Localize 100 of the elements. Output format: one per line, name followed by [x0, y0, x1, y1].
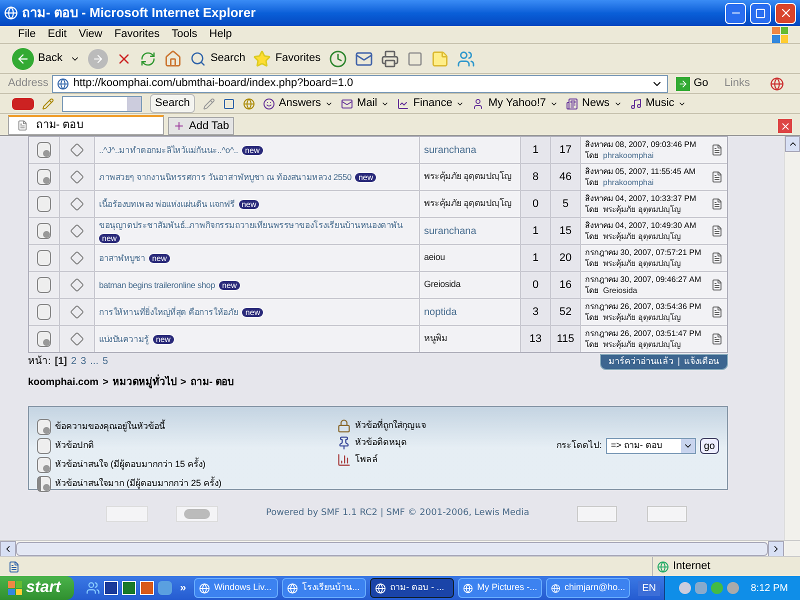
language-indicator[interactable]: EN	[638, 580, 660, 596]
more-button[interactable]: »	[180, 580, 186, 596]
last-post-icon[interactable]	[711, 333, 723, 345]
history-icon[interactable]	[328, 50, 347, 68]
messenger-icon[interactable]	[456, 50, 475, 68]
favorites-button[interactable]: Favorites	[253, 50, 321, 68]
new-badge[interactable]: new	[219, 280, 240, 290]
minimize-button[interactable]	[725, 2, 746, 24]
page-link[interactable]: 3	[80, 354, 86, 369]
taskbar-button[interactable]: ถาม- ตอบ - ...	[370, 578, 454, 598]
new-badge[interactable]: new	[99, 234, 120, 242]
yahoo-toolbar-item[interactable]: My Yahoo!7	[472, 95, 558, 112]
diamond-icon	[70, 143, 84, 157]
starter-name[interactable]: noptida	[424, 304, 457, 320]
new-badge[interactable]: new	[149, 254, 170, 262]
last-post-icon[interactable]	[711, 144, 723, 156]
last-post-icon[interactable]	[711, 198, 723, 210]
scroll-right-icon[interactable]	[768, 540, 784, 556]
globe-icon	[463, 582, 474, 594]
last-post-date: สิงหาคม 04, 2007, 10:49:30 AM	[585, 220, 698, 231]
table-cell: 17	[551, 137, 580, 163]
page-icon	[8, 560, 20, 572]
mark-read-link[interactable]: มาร์คว่าอ่านแล้ว	[608, 355, 674, 369]
yahoo-toolbar-item[interactable]: News	[566, 95, 622, 112]
topic-link[interactable]: เนื้อร้องบทเพลง พ่อแห่งแผ่นดิน แจกฟรี	[99, 198, 235, 210]
yahoo-toolbar-item[interactable]: Mail	[341, 95, 390, 112]
notify-link[interactable]: แจ้งเตือน	[684, 355, 719, 369]
last-post-icon[interactable]	[711, 171, 723, 183]
topic-link[interactable]: ภาพสวยๆ จากงานนิทรรศการ วันอาสาฬหบูชา ณ ท้องสนามหลวง 2550	[99, 172, 352, 182]
topic-link[interactable]: อาสาฬหบูชา	[99, 252, 146, 264]
new-badge[interactable]: new	[238, 200, 260, 208]
page-link[interactable]: [1]	[54, 354, 68, 369]
go-button[interactable]: go	[700, 438, 719, 454]
refresh-icon[interactable]	[140, 50, 156, 66]
vertical-scrollbar[interactable]	[784, 136, 800, 540]
last-post-icon[interactable]	[711, 252, 723, 264]
yahoo-search-button[interactable]: Search	[150, 94, 195, 113]
topic-link[interactable]: ..^J^..มาทำดอกมะลิไหว้แม่กันนะ..^o^..	[99, 144, 238, 156]
menu-item[interactable]: Edit	[42, 26, 73, 43]
print-icon[interactable]	[380, 50, 399, 68]
breadcrumb-link[interactable]: ถาม- ตอบ	[190, 375, 234, 390]
horizontal-scrollbar[interactable]	[0, 540, 800, 556]
taskbar-button[interactable]: My Pictures -...	[458, 578, 542, 598]
mail-icon[interactable]	[354, 50, 373, 68]
by-label: โดย	[585, 150, 599, 161]
topic-link[interactable]: แบ่งปันความรู้	[99, 334, 149, 344]
jump-select[interactable]: => ถาม- ตอบ	[606, 438, 696, 454]
page-link[interactable]: ...	[90, 354, 98, 369]
maximize-button[interactable]	[750, 2, 771, 24]
breadcrumb-link[interactable]: หมวดหมู่ทั่วไป	[112, 375, 176, 390]
go-button[interactable]: Go	[672, 75, 712, 92]
breadcrumb-link[interactable]: koomphai.com	[28, 375, 99, 390]
page-link[interactable]: 5	[102, 354, 108, 369]
browser-tab[interactable]: ถาม- ตอบ	[8, 115, 164, 135]
search-button[interactable]: Search	[190, 50, 246, 67]
last-poster[interactable]: phrakoomphai	[603, 150, 654, 161]
taskbar-button[interactable]: โรงเรียนบ้าน...	[282, 578, 366, 598]
last-post-icon[interactable]	[711, 306, 723, 318]
yahoo-toolbar-item[interactable]: Answers	[262, 95, 334, 112]
scroll-up-icon[interactable]	[785, 136, 800, 152]
menu-item[interactable]: Help	[203, 26, 238, 43]
window-icon[interactable]	[222, 98, 235, 110]
close-tab-icon[interactable]	[778, 119, 792, 133]
taskbar-button[interactable]: chimjarn@ho...	[546, 578, 630, 598]
toolbar-item-icon	[341, 98, 354, 110]
add-tab-button[interactable]: Add Tab	[168, 117, 234, 135]
menu-item[interactable]: File	[12, 26, 42, 43]
address-field[interactable]: http://koomphai.com/ubmthai-board/index.php?board=1.0	[52, 74, 668, 92]
close-button[interactable]	[775, 2, 796, 24]
yahoo-search-field[interactable]	[62, 96, 142, 112]
topic-link[interactable]: batman begins traileronline shop	[99, 280, 216, 290]
taskbar-button[interactable]: Windows Liv...	[194, 578, 278, 598]
last-post-icon[interactable]	[711, 279, 723, 291]
last-poster[interactable]: phrakoomphai	[603, 177, 654, 188]
starter-name[interactable]: suranchana	[424, 224, 476, 238]
globe-icon[interactable]	[242, 98, 255, 110]
home-icon[interactable]	[164, 50, 182, 68]
diamond-icon	[70, 332, 84, 346]
highlight-icon[interactable]	[202, 98, 215, 110]
new-badge[interactable]: new	[242, 308, 264, 316]
new-badge[interactable]: new	[152, 334, 174, 344]
back-button[interactable]: Back	[12, 48, 62, 70]
scroll-left-icon[interactable]	[0, 540, 16, 556]
topic-link[interactable]: การให้ทานที่ยิ่งใหญ่ที่สุด คือการให้อภัย	[99, 306, 238, 318]
tray-icon[interactable]	[678, 582, 691, 594]
last-post-icon[interactable]	[711, 225, 723, 237]
pencil-icon[interactable]	[42, 98, 54, 110]
new-badge[interactable]: new	[242, 146, 263, 154]
zone-label: Internet	[673, 559, 710, 574]
starter-name[interactable]: suranchana	[424, 142, 476, 158]
new-badge[interactable]: new	[355, 172, 376, 182]
yahoo-toolbar-item[interactable]: Finance	[397, 95, 464, 112]
menu-item[interactable]: Favorites	[108, 26, 166, 43]
menu-item[interactable]: View	[72, 26, 108, 43]
yahoo-toolbar-item[interactable]: Music	[630, 95, 686, 112]
starter-name: พระคุ้มภัย อุตฺตมปญฺโญ	[424, 170, 512, 184]
page-link[interactable]: 2	[71, 354, 77, 369]
table-cell: 0	[521, 272, 550, 298]
topic-link[interactable]: ขอนุญาตประชาสัมพันธ์..ภาพกิจกรรมถวายเทียนพรรษาของโรงเรียนบ้านหนองตาพัน	[99, 220, 403, 230]
menu-item[interactable]: Tools	[166, 26, 204, 43]
